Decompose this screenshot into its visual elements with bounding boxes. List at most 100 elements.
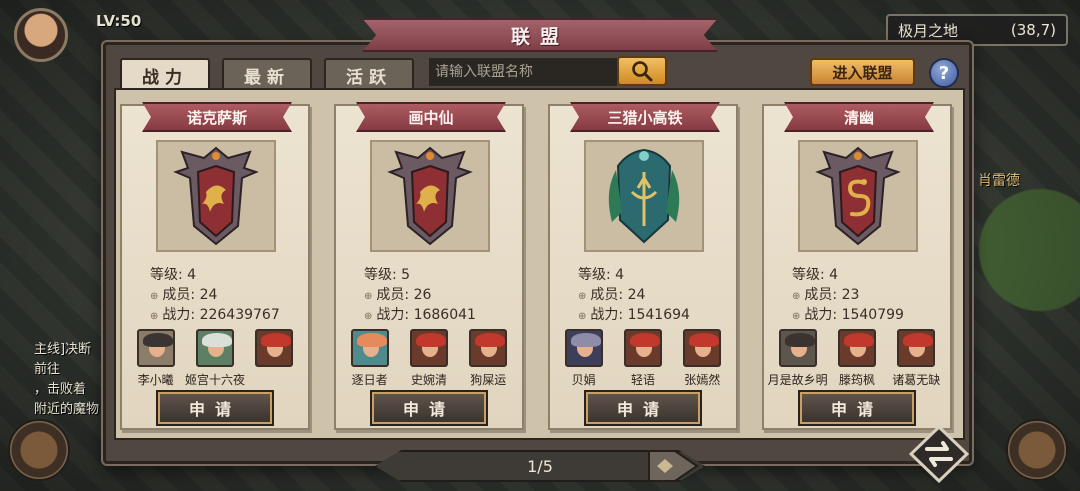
members-value: 24: [199, 287, 218, 303]
members-value: 23: [841, 287, 860, 303]
alliance-card: 清幽 等级: 4 ⊕ 成员: 23 ⊕ 战力: 1540799 月是故乡明 滕筠枫 …: [762, 102, 952, 430]
member-item[interactable]: 张嫣然: [673, 329, 731, 388]
alliance-emblem-frame: [584, 140, 704, 252]
member-list: 贝娟 轻语 张嫣然: [550, 329, 736, 388]
member-list: 月是故乡明 滕筠枫 诸葛无缺: [764, 329, 950, 388]
member-item[interactable]: 史婉清: [400, 329, 458, 388]
member-item[interactable]: 狗屎运: [459, 329, 517, 388]
serpent-crest-icon: [815, 146, 901, 246]
level-value: 4: [187, 267, 197, 283]
alliance-level: 等级: 4: [792, 264, 838, 284]
sort-tabs: 战力 最新 活跃: [120, 58, 414, 90]
refresh-button[interactable]: [908, 424, 970, 484]
member-name: 诸葛无缺: [892, 373, 941, 387]
member-portrait[interactable]: [136, 329, 175, 367]
members-value: 24: [627, 287, 646, 303]
member-portrait[interactable]: [469, 329, 508, 367]
right-corner-button[interactable]: [1006, 419, 1068, 481]
alliance-card: 诺克萨斯 等级: 4 ⊕ 成员: 24 ⊕ 战力: 226439767 李小曦 姬宫…: [120, 102, 310, 430]
quest-tracker[interactable]: 主线]决断 前往 ，击败着 附近的魔物: [34, 340, 106, 420]
member-portrait[interactable]: [897, 329, 936, 367]
level-value: 5: [401, 267, 411, 283]
player-avatar[interactable]: [14, 8, 68, 62]
member-item[interactable]: 逐日者: [341, 329, 399, 388]
member-item[interactable]: 李小曦: [127, 329, 185, 388]
alliance-power: ⊕ 战力: 1686041: [364, 307, 476, 323]
member-item[interactable]: 轻语: [614, 329, 672, 388]
search-icon: [632, 61, 653, 82]
alliance-power: ⊕ 战力: 226439767: [150, 307, 280, 323]
member-portrait[interactable]: [350, 329, 389, 367]
members-value: 26: [413, 287, 432, 303]
location-coords: (38,7): [1010, 21, 1056, 39]
member-portrait[interactable]: [837, 329, 876, 367]
power-value: 1686041: [413, 307, 476, 323]
member-name: 轻语: [630, 373, 655, 387]
alliance-name: 三猎小高铁: [570, 102, 720, 132]
member-item[interactable]: 姬宫十六夜: [185, 329, 245, 388]
alliance-name: 清幽: [784, 102, 934, 132]
member-item[interactable]: 诸葛无缺: [887, 329, 945, 388]
member-item[interactable]: [245, 329, 303, 388]
left-corner-button[interactable]: [8, 419, 70, 481]
member-portrait[interactable]: [683, 329, 722, 367]
trident-crest-icon: [608, 148, 680, 244]
enter-alliance-button[interactable]: 进入联盟: [810, 58, 915, 86]
alliance-search-input[interactable]: [429, 58, 617, 86]
member-portrait[interactable]: [255, 329, 294, 367]
members-label: 成员:: [376, 287, 414, 303]
member-list: 李小曦 姬宫十六夜: [122, 329, 308, 388]
level-value: 4: [829, 267, 839, 283]
member-name: 史婉清: [410, 373, 447, 387]
power-label: 战力:: [376, 307, 414, 323]
alliance-level: 等级: 5: [364, 264, 410, 284]
alliance-emblem-frame: [798, 140, 918, 252]
level-label: 等级:: [792, 267, 830, 283]
member-portrait[interactable]: [778, 329, 817, 367]
member-portrait[interactable]: [623, 329, 662, 367]
member-name: 滕筠枫: [838, 373, 875, 387]
next-page-button[interactable]: [644, 448, 702, 484]
tab-active[interactable]: 活跃: [324, 58, 414, 90]
alliance-card: 三猎小高铁 等级: 4 ⊕ 成员: 24 ⊕ 战力: 1541694 贝娟 轻语 张…: [548, 102, 738, 430]
alliance-level: 等级: 4: [578, 264, 624, 284]
power-label: 战力:: [162, 307, 200, 323]
help-button[interactable]: ?: [929, 58, 959, 88]
power-label: 战力:: [804, 307, 842, 323]
location-name: 极月之地: [898, 21, 959, 40]
members-label: 成员:: [590, 287, 628, 303]
alliance-members: ⊕ 成员: 24: [578, 287, 646, 303]
member-item[interactable]: 月是故乡明: [767, 329, 828, 388]
member-portrait[interactable]: [195, 329, 234, 367]
member-portrait[interactable]: [564, 329, 603, 367]
alliance-power: ⊕ 战力: 1540799: [792, 307, 904, 323]
apply-button[interactable]: 申请: [798, 390, 916, 426]
member-name: 张嫣然: [684, 373, 721, 387]
search-button[interactable]: [617, 56, 667, 86]
level-value: 4: [615, 267, 625, 283]
dragon-crest-icon: [387, 146, 473, 246]
alliance-power: ⊕ 战力: 1541694: [578, 307, 690, 323]
panel-title: 联盟: [362, 18, 718, 52]
member-name: 逐日者: [351, 373, 388, 387]
power-value: 1540799: [841, 307, 904, 323]
alliance-members: ⊕ 成员: 23: [792, 287, 860, 303]
member-item[interactable]: 贝娟: [555, 329, 613, 388]
apply-button[interactable]: 申请: [370, 390, 488, 426]
alliance-emblem-frame: [156, 140, 276, 252]
page-indicator: 1/5: [527, 456, 553, 476]
member-name: 李小曦: [137, 373, 174, 387]
level-label: 等级:: [364, 267, 402, 283]
member-portrait[interactable]: [409, 329, 448, 367]
apply-button[interactable]: 申请: [584, 390, 702, 426]
member-name: 月是故乡明: [767, 373, 828, 387]
apply-button[interactable]: 申请: [156, 390, 274, 426]
member-item[interactable]: 滕筠枫: [828, 329, 886, 388]
member-list: 逐日者 史婉清 狗屎运: [336, 329, 522, 388]
alliance-emblem-frame: [370, 140, 490, 252]
tab-power[interactable]: 战力: [120, 58, 210, 90]
alliance-name: 诺克萨斯: [142, 102, 292, 132]
npc-label[interactable]: 肖雷德: [978, 170, 1020, 190]
tab-newest[interactable]: 最新: [222, 58, 312, 90]
alliance-members: ⊕ 成员: 26: [364, 287, 432, 303]
